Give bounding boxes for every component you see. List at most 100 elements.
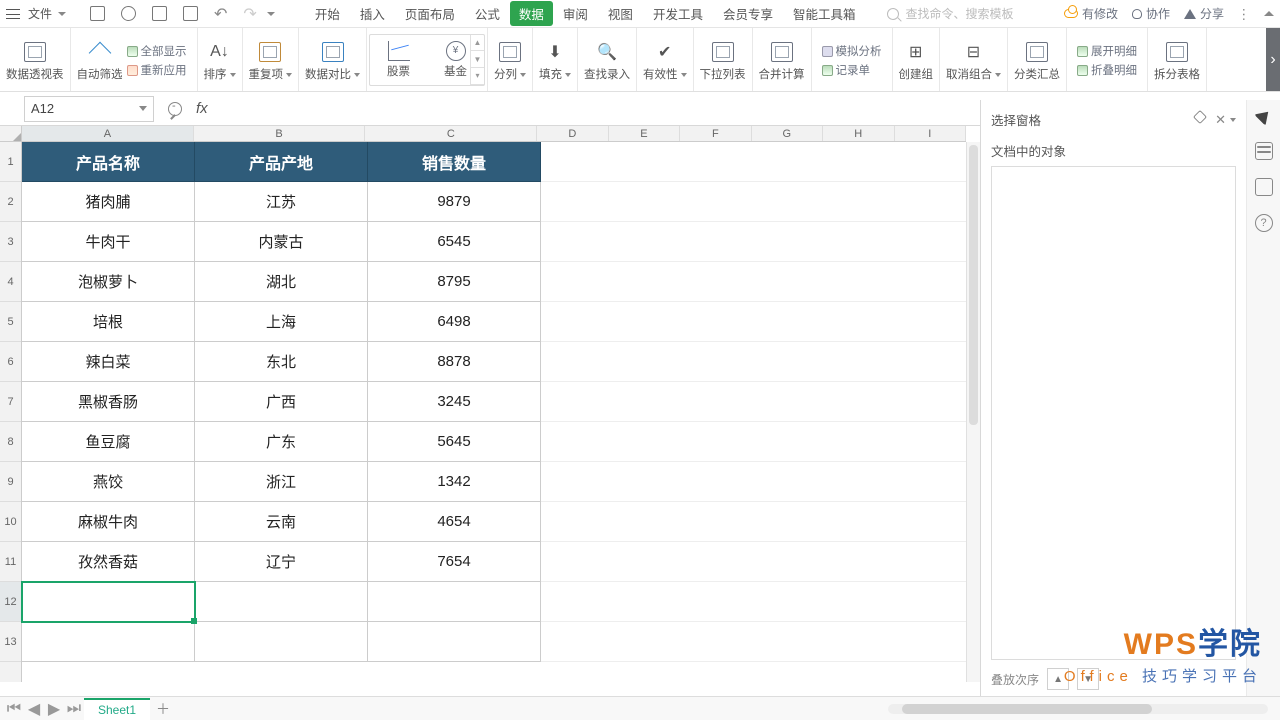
has-edit-status[interactable]: 有修改	[1064, 5, 1118, 22]
tab-first-icon[interactable]: ⏮	[6, 702, 22, 716]
cell[interactable]: 8795	[368, 262, 541, 302]
cell-empty[interactable]	[541, 422, 966, 462]
cell[interactable]	[22, 582, 195, 622]
btn-collapse[interactable]: 折叠明细	[1077, 62, 1137, 78]
cell[interactable]: 麻椒牛肉	[22, 502, 195, 542]
tab-tools[interactable]: 智能工具箱	[783, 0, 866, 27]
tab-layout[interactable]: 页面布局	[395, 0, 465, 27]
cell[interactable]: 5645	[368, 422, 541, 462]
cell[interactable]: 东北	[195, 342, 368, 382]
row-10[interactable]: 10	[0, 502, 21, 542]
btn-simul[interactable]: 模拟分析	[822, 43, 882, 59]
header-c[interactable]: 销售数量	[368, 142, 541, 182]
name-box[interactable]: A12	[24, 96, 154, 122]
cell[interactable]: 鱼豆腐	[22, 422, 195, 462]
bring-forward-button[interactable]: ▲	[1047, 668, 1069, 690]
horizontal-scrollbar[interactable]	[888, 704, 1268, 714]
row-7[interactable]: 7	[0, 382, 21, 422]
cell[interactable]	[368, 582, 541, 622]
header-a[interactable]: 产品名称	[22, 142, 195, 182]
cell[interactable]: 9879	[368, 182, 541, 222]
cell-empty[interactable]	[541, 262, 966, 302]
show-all-button[interactable]: 全部显示	[127, 43, 187, 59]
cell-empty[interactable]	[541, 542, 966, 582]
cell-empty[interactable]	[541, 222, 966, 262]
print-preview-icon[interactable]	[121, 6, 136, 21]
btn-pivot[interactable]: 数据透视表	[0, 28, 71, 91]
cell[interactable]: 牛肉干	[22, 222, 195, 262]
cell[interactable]: 4654	[368, 502, 541, 542]
btn-compare[interactable]: 数据对比	[299, 28, 367, 91]
select-all-corner[interactable]	[0, 126, 22, 142]
row-11[interactable]: 11	[0, 542, 21, 582]
row-13[interactable]: 13	[0, 622, 21, 662]
btn-fund[interactable]: ¥ 基金	[444, 41, 467, 79]
fx-icon[interactable]: fx	[196, 100, 208, 117]
tab-devtools[interactable]: 开发工具	[643, 0, 713, 27]
tab-member[interactable]: 会员专享	[713, 0, 783, 27]
cells-area[interactable]: 产品名称 产品产地 销售数量 猪肉脯江苏9879牛肉干内蒙古6545泡椒萝卜湖北…	[22, 142, 966, 682]
cell[interactable]: 孜然香菇	[22, 542, 195, 582]
cell[interactable]: 辣白菜	[22, 342, 195, 382]
btn-sort[interactable]: A↓ 排序	[197, 28, 243, 91]
btn-duplicates[interactable]: 重复项	[243, 28, 300, 91]
row-9[interactable]: 9	[0, 462, 21, 502]
header-b[interactable]: 产品产地	[195, 142, 368, 182]
cell[interactable]: 7654	[368, 542, 541, 582]
col-D[interactable]: D	[537, 126, 608, 141]
cell-empty[interactable]	[541, 502, 966, 542]
redo-icon[interactable]: ↷	[243, 4, 256, 24]
cell[interactable]: 浙江	[195, 462, 368, 502]
tab-review[interactable]: 审阅	[553, 0, 598, 27]
formula-input[interactable]	[222, 96, 980, 122]
row-3[interactable]: 3	[0, 222, 21, 262]
cell[interactable]: 泡椒萝卜	[22, 262, 195, 302]
pin-icon[interactable]	[1193, 109, 1207, 123]
cell[interactable]	[195, 622, 368, 662]
zoom-out-icon[interactable]	[168, 102, 182, 116]
cell-empty[interactable]	[541, 582, 966, 622]
share-button[interactable]: 分享	[1184, 5, 1224, 22]
cell[interactable]: 江苏	[195, 182, 368, 222]
cell[interactable]	[195, 582, 368, 622]
tab-view[interactable]: 视图	[598, 0, 643, 27]
col-B[interactable]: B	[194, 126, 366, 141]
row-2[interactable]: 2	[0, 182, 21, 222]
btn-subtotal[interactable]: 分类汇总	[1008, 28, 1067, 91]
cell-empty[interactable]	[541, 342, 966, 382]
btn-valid[interactable]: ✔ 有效性	[637, 28, 694, 91]
cell[interactable]: 湖北	[195, 262, 368, 302]
cell-empty[interactable]	[541, 382, 966, 422]
btn-fill[interactable]: ⬇ 填充	[533, 28, 578, 91]
cell-empty[interactable]	[541, 302, 966, 342]
cell[interactable]: 广西	[195, 382, 368, 422]
row-8[interactable]: 8	[0, 422, 21, 462]
column-headers[interactable]: ABCDEFGHI	[22, 126, 966, 142]
btn-ungroup[interactable]: ⊟ 取消组合	[940, 28, 1008, 91]
send-backward-button[interactable]: ▼	[1077, 668, 1099, 690]
close-icon[interactable]: ✕	[1215, 112, 1226, 128]
cell[interactable]: 3245	[368, 382, 541, 422]
collab-button[interactable]: 协作	[1132, 5, 1170, 22]
cell-empty[interactable]	[541, 622, 966, 662]
cell[interactable]: 猪肉脯	[22, 182, 195, 222]
cell[interactable]: 燕饺	[22, 462, 195, 502]
btn-droplist[interactable]: 下拉列表	[694, 28, 753, 91]
btn-recorder[interactable]: 记录单	[822, 62, 882, 78]
col-A[interactable]: A	[22, 126, 194, 141]
btn-split[interactable]: 分列	[488, 28, 533, 91]
properties-icon[interactable]	[1255, 178, 1273, 196]
btn-findrec[interactable]: 🔍 查找录入	[578, 28, 637, 91]
row-12[interactable]: 12	[0, 582, 21, 622]
sheet-tab[interactable]: Sheet1	[84, 698, 150, 720]
qat-chevron-down-icon[interactable]	[267, 12, 275, 16]
cell[interactable]: 培根	[22, 302, 195, 342]
col-I[interactable]: I	[895, 126, 966, 141]
ribbon-scroll-right[interactable]: ›	[1266, 28, 1280, 91]
cell-empty[interactable]	[541, 462, 966, 502]
cell[interactable]: 6545	[368, 222, 541, 262]
tab-formula[interactable]: 公式	[465, 0, 510, 27]
cell[interactable]	[22, 622, 195, 662]
gallery-scroll[interactable]: ▲▼▾	[470, 35, 484, 85]
cell[interactable]: 辽宁	[195, 542, 368, 582]
